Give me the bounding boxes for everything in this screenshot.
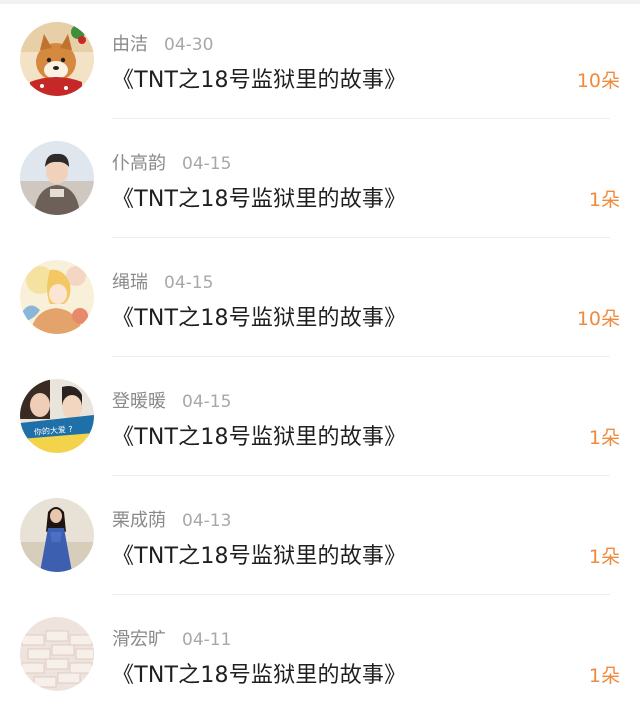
couple-photo-avatar-icon: 你的大爱 ? — [20, 379, 94, 453]
user-name-text: 滑宏旷 — [112, 629, 166, 650]
user-name-text: 仆高韵 — [112, 153, 166, 174]
date-text: 04-13 — [182, 511, 232, 531]
user-name-text: 由洁 — [112, 34, 148, 55]
user-name-text: 栗成荫 — [112, 510, 166, 531]
user-name: 绳瑞 04-15 — [112, 268, 213, 294]
avatar[interactable] — [20, 22, 94, 96]
avatar[interactable] — [20, 498, 94, 572]
book-title[interactable]: 《TNT之18号监狱里的故事》 — [112, 538, 406, 570]
list-item[interactable]: 滑宏旷 04-11 《TNT之18号监狱里的故事》 1朵 — [0, 595, 640, 714]
user-name: 登暖暖 04-15 — [112, 387, 231, 413]
brick-wall-avatar-icon — [20, 617, 94, 691]
user-name: 由洁 04-30 — [112, 30, 213, 56]
flower-count: 1朵 — [588, 665, 620, 687]
flower-count: 10朵 — [576, 308, 620, 330]
list-item[interactable]: 你的大爱 ? 登暖暖 04-15 《TNT之18号监狱里的故事》 1朵 — [0, 357, 640, 476]
anime-illustration-avatar-icon — [20, 260, 94, 334]
user-name: 滑宏旷 04-11 — [112, 625, 231, 651]
avatar[interactable] — [20, 141, 94, 215]
date-text: 04-15 — [164, 273, 214, 293]
list-item[interactable]: 栗成荫 04-13 《TNT之18号监狱里的故事》 1朵 — [0, 476, 640, 595]
list-item[interactable]: 绳瑞 04-15 《TNT之18号监狱里的故事》 10朵 — [0, 238, 640, 357]
boy-photo-avatar-icon — [20, 141, 94, 215]
list-item[interactable]: 由洁 04-30 《TNT之18号监狱里的故事》 10朵 — [0, 0, 640, 119]
book-title[interactable]: 《TNT之18号监狱里的故事》 — [112, 300, 406, 332]
user-name: 仆高韵 04-15 — [112, 149, 231, 175]
date-text: 04-15 — [182, 392, 232, 412]
list-item[interactable]: 仆高韵 04-15 《TNT之18号监狱里的故事》 1朵 — [0, 119, 640, 238]
date-text: 04-30 — [164, 35, 214, 55]
user-name-text: 登暖暖 — [112, 391, 166, 412]
avatar[interactable]: 你的大爱 ? — [20, 379, 94, 453]
flower-count: 1朵 — [588, 189, 620, 211]
flower-count: 1朵 — [588, 546, 620, 568]
date-text: 04-15 — [182, 154, 232, 174]
avatar[interactable] — [20, 617, 94, 691]
user-name-text: 绳瑞 — [112, 272, 148, 293]
book-title[interactable]: 《TNT之18号监狱里的故事》 — [112, 419, 406, 451]
date-text: 04-11 — [182, 630, 232, 650]
girl-blue-dress-avatar-icon — [20, 498, 94, 572]
shiba-dog-avatar-icon — [20, 22, 94, 96]
flower-count: 1朵 — [588, 427, 620, 449]
book-title[interactable]: 《TNT之18号监狱里的故事》 — [112, 62, 406, 94]
avatar[interactable] — [20, 260, 94, 334]
user-name: 栗成荫 04-13 — [112, 506, 231, 532]
book-title[interactable]: 《TNT之18号监狱里的故事》 — [112, 657, 406, 689]
flower-count: 10朵 — [576, 70, 620, 92]
book-title[interactable]: 《TNT之18号监狱里的故事》 — [112, 181, 406, 213]
